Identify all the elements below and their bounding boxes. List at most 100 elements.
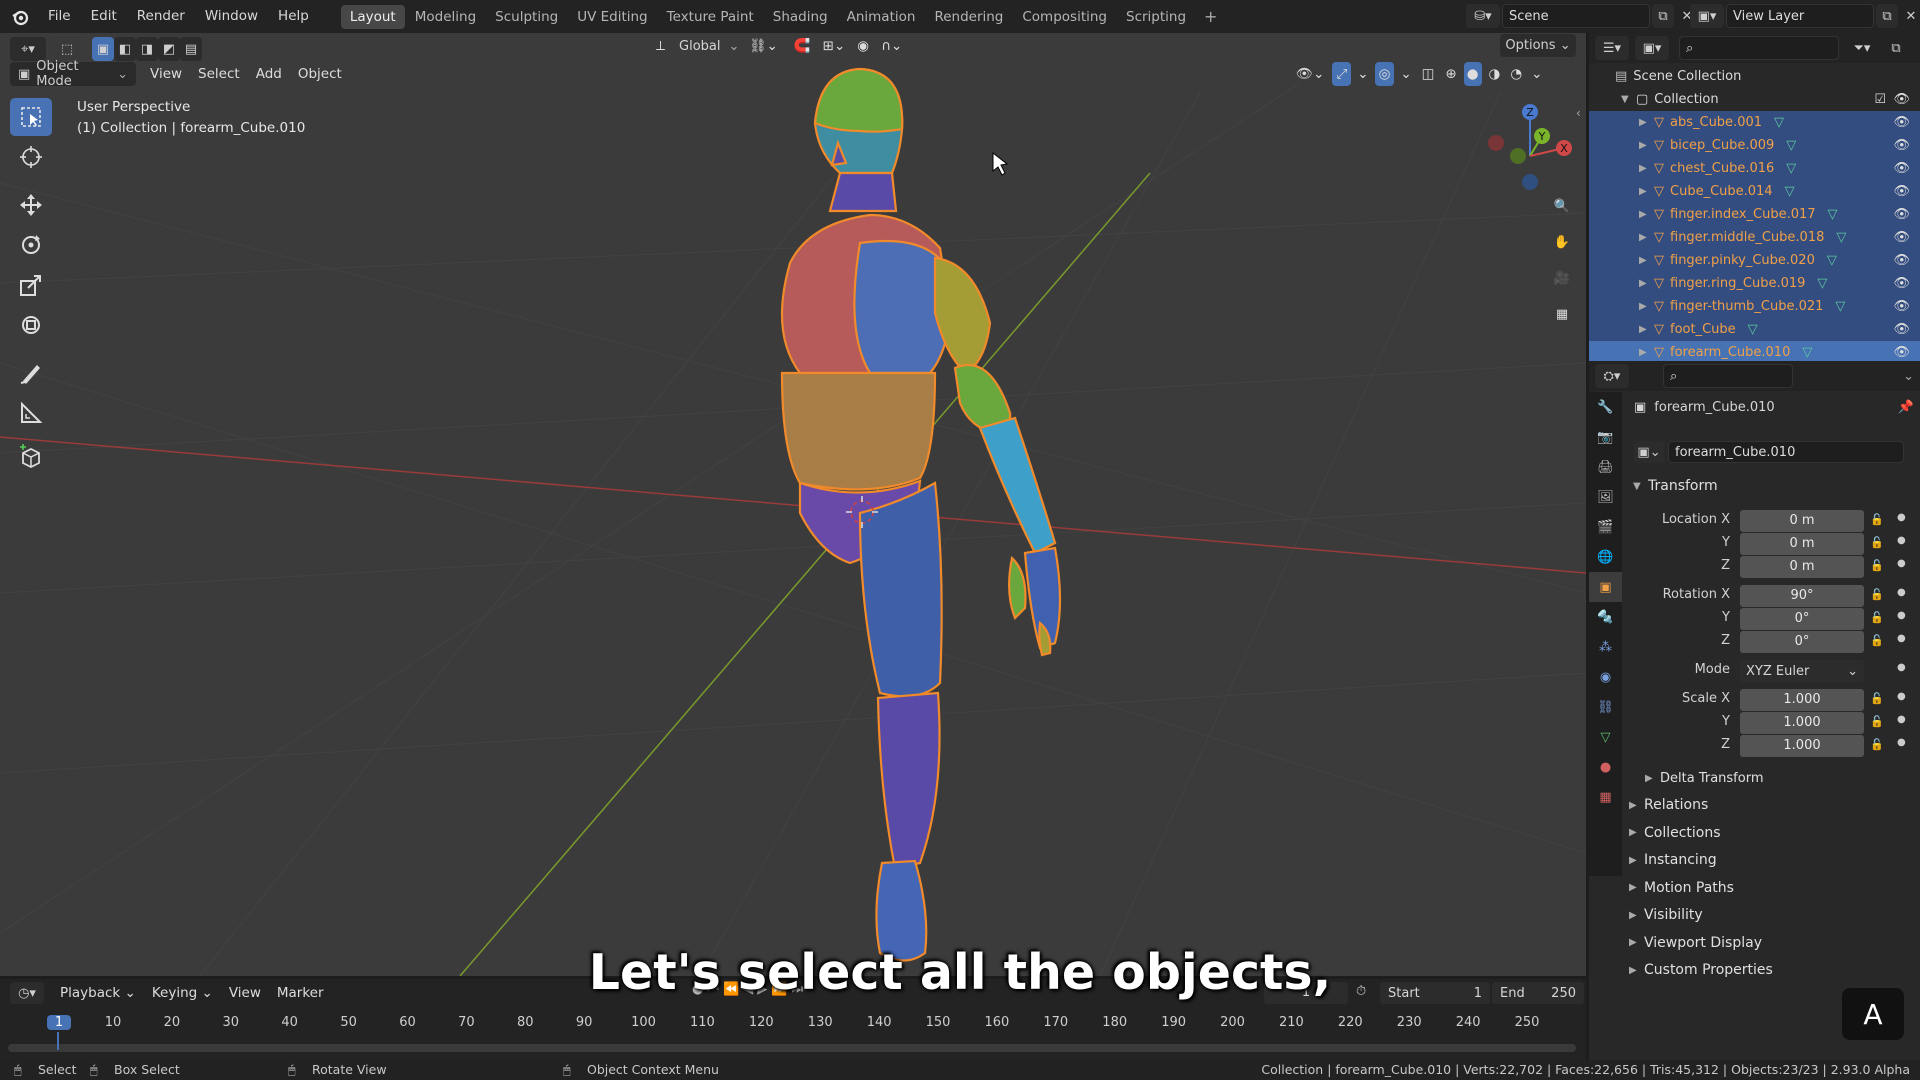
location-x-field[interactable]: 0 m — [1740, 510, 1864, 532]
mode-extend-icon[interactable]: ◧ — [114, 37, 136, 61]
visibility-eye-icon[interactable]: 👁 — [1893, 322, 1910, 337]
tab-layout[interactable]: Layout — [340, 4, 405, 29]
overlays-toggle-icon[interactable]: ◎ — [1374, 62, 1395, 86]
expand-arrow-icon[interactable]: ▶ — [1639, 140, 1654, 151]
visibility-eye-icon[interactable]: 👁 — [1893, 276, 1910, 291]
collection-row[interactable]: ▼ ▢ Collection ☑ 👁 — [1589, 88, 1920, 111]
menu-window[interactable]: Window — [195, 0, 268, 33]
texture-tab-icon[interactable]: ▦ — [1589, 782, 1622, 812]
falloff-icon[interactable]: ∩⌄ — [875, 34, 908, 58]
pan-hand-icon[interactable]: ✋ — [1546, 226, 1578, 258]
timeline-scrollbar[interactable] — [8, 1044, 1576, 1052]
outliner-item[interactable]: ▶ ▽ finger.middle_Cube.018 ▽ 👁 — [1589, 226, 1920, 249]
solid-shading-icon[interactable]: ● — [1463, 62, 1482, 86]
expand-arrow-icon[interactable]: ▶ — [1639, 347, 1654, 358]
tab-modeling[interactable]: Modeling — [406, 5, 485, 29]
gizmo-options-icon[interactable]: ⌄ — [1355, 62, 1370, 86]
transform-panel-header[interactable]: ▼ Transform — [1633, 473, 1718, 499]
transform-orientation-dropdown[interactable]: Global — [671, 39, 728, 54]
lock-icon[interactable]: 🔓 — [1870, 692, 1884, 705]
menu-help[interactable]: Help — [268, 0, 319, 33]
visibility-eye-icon[interactable]: 👁 — [1893, 138, 1910, 153]
menu-edit[interactable]: Edit — [81, 0, 127, 33]
keyframe-dot-icon[interactable]: ● — [1897, 737, 1906, 748]
annotate-tool-icon[interactable] — [10, 354, 52, 392]
mesh-data-icon[interactable]: ▽ — [1817, 276, 1827, 291]
playhead-line[interactable] — [57, 1032, 59, 1050]
keyframe-dot-icon[interactable]: ● — [1897, 587, 1906, 598]
keyframe-dot-icon[interactable]: ● — [1897, 714, 1906, 725]
lock-icon[interactable]: 🔓 — [1870, 559, 1884, 572]
viewport-menu-view[interactable]: View — [142, 66, 190, 82]
gizmo-toggle-icon[interactable]: ⤢ — [1332, 62, 1352, 86]
proportional-edit-icon[interactable]: ◉ — [851, 34, 875, 58]
delta-transform-header[interactable]: ▶ Delta Transform — [1645, 765, 1763, 791]
sidebar-toggle-icon[interactable]: ‹ — [1576, 106, 1581, 120]
new-view-layer-icon[interactable]: ⧉ — [1876, 4, 1898, 28]
keyframe-dot-icon[interactable]: ● — [1897, 512, 1906, 523]
rotation-x-field[interactable]: 90° — [1740, 585, 1864, 607]
outliner-item[interactable]: ▶ ▽ finger.ring_Cube.019 ▽ 👁 — [1589, 272, 1920, 295]
zoom-icon[interactable]: 🔍 — [1546, 190, 1578, 222]
orientation-icon[interactable]: ⟂ — [650, 34, 671, 58]
select-box-tool-icon[interactable] — [10, 98, 52, 136]
new-collection-icon[interactable]: ⧉ — [1885, 36, 1907, 60]
rotation-mode-dropdown[interactable]: XYZ Euler ⌄ — [1740, 660, 1864, 682]
tool-tab-icon[interactable]: 🔧 — [1589, 392, 1622, 422]
lock-icon[interactable]: 🔓 — [1870, 536, 1884, 549]
expand-arrow-icon[interactable]: ▼ — [1621, 94, 1636, 105]
rotate-tool-icon[interactable] — [10, 226, 52, 264]
visibility-eye-icon[interactable]: 👁 — [1893, 230, 1910, 245]
rendered-shading-icon[interactable]: ◔ — [1507, 62, 1525, 86]
keyframe-dot-icon[interactable]: ● — [1897, 691, 1906, 702]
location-z-field[interactable]: 0 m — [1740, 556, 1864, 578]
visibility-eye-icon[interactable]: 👁 — [1893, 184, 1910, 199]
mode-set-icon[interactable]: ▣ — [92, 37, 114, 61]
lock-icon[interactable]: 🔓 — [1870, 611, 1884, 624]
properties-editor-type-icon[interactable]: ⛭▾ — [1595, 364, 1629, 388]
scene-name-field[interactable]: Scene — [1502, 4, 1650, 28]
remove-view-layer-icon[interactable]: ✕ — [1900, 4, 1920, 28]
object-name-field[interactable]: forearm_Cube.010 — [1668, 441, 1904, 463]
scale-z-field[interactable]: 1.000 — [1740, 735, 1864, 757]
keyframe-dot-icon[interactable]: ● — [1897, 662, 1906, 673]
outliner-item[interactable]: ▶ ▽ finger.pinky_Cube.020 ▽ 👁 — [1589, 249, 1920, 272]
outliner-item[interactable]: ▶ ▽ Cube_Cube.014 ▽ 👁 — [1589, 180, 1920, 203]
lock-icon[interactable]: 🔓 — [1870, 738, 1884, 751]
mesh-data-icon[interactable]: ▽ — [1828, 207, 1838, 222]
view-layer-field[interactable]: View Layer — [1726, 4, 1874, 28]
mesh-data-icon[interactable]: ▽ — [1786, 161, 1796, 176]
pin-icon[interactable]: 📌 — [1898, 400, 1914, 415]
tab-rendering[interactable]: Rendering — [925, 5, 1012, 29]
properties-options-icon[interactable]: ⌄ — [1903, 369, 1914, 384]
visibility-eye-icon[interactable]: 👁 — [1893, 299, 1910, 314]
datablock-type-icon[interactable]: ▣⌄ — [1634, 441, 1664, 463]
tab-compositing[interactable]: Compositing — [1013, 5, 1116, 29]
shading-options-icon[interactable]: ⌄ — [1529, 62, 1544, 86]
tab-shading[interactable]: Shading — [764, 5, 837, 29]
mesh-data-icon[interactable]: ▽ — [1786, 138, 1796, 153]
lock-icon[interactable]: 🔓 — [1870, 513, 1884, 526]
panel-header-instancing[interactable]: ▶ Instancing — [1629, 847, 1717, 873]
properties-search-input[interactable]: ⌕ — [1663, 364, 1793, 388]
keyframe-dot-icon[interactable]: ● — [1897, 633, 1906, 644]
editor-type-icon[interactable]: ⌖▾ — [10, 37, 46, 61]
view-layer-icon[interactable]: ▣▾ — [1690, 4, 1724, 28]
scale-x-field[interactable]: 1.000 — [1740, 689, 1864, 711]
perspective-toggle-icon[interactable]: ▦ — [1546, 298, 1578, 330]
expand-arrow-icon[interactable]: ▶ — [1639, 301, 1654, 312]
mode-subtract-icon[interactable]: ◨ — [136, 37, 158, 61]
viewport-menu-select[interactable]: Select — [190, 66, 248, 82]
world-tab-icon[interactable]: 🌐 — [1589, 542, 1622, 572]
tab-scripting[interactable]: Scripting — [1117, 5, 1195, 29]
viewport-menu-add[interactable]: Add — [248, 66, 290, 82]
visibility-eye-icon[interactable]: 👁 — [1893, 207, 1910, 222]
add-workspace-icon[interactable]: + — [1196, 7, 1225, 26]
rotation-y-field[interactable]: 0° — [1740, 608, 1864, 630]
outliner-item[interactable]: ▶ ▽ foot_Cube ▽ 👁 — [1589, 318, 1920, 341]
snap-target-icon[interactable]: ⊞⌄ — [817, 34, 852, 58]
xray-icon[interactable]: ◫ — [1418, 62, 1439, 86]
scene-tab-icon[interactable]: 🎬 — [1589, 512, 1622, 542]
mesh-data-icon[interactable]: ▽ — [1802, 345, 1812, 360]
select-mode-icon[interactable]: ⬚ — [54, 37, 80, 61]
